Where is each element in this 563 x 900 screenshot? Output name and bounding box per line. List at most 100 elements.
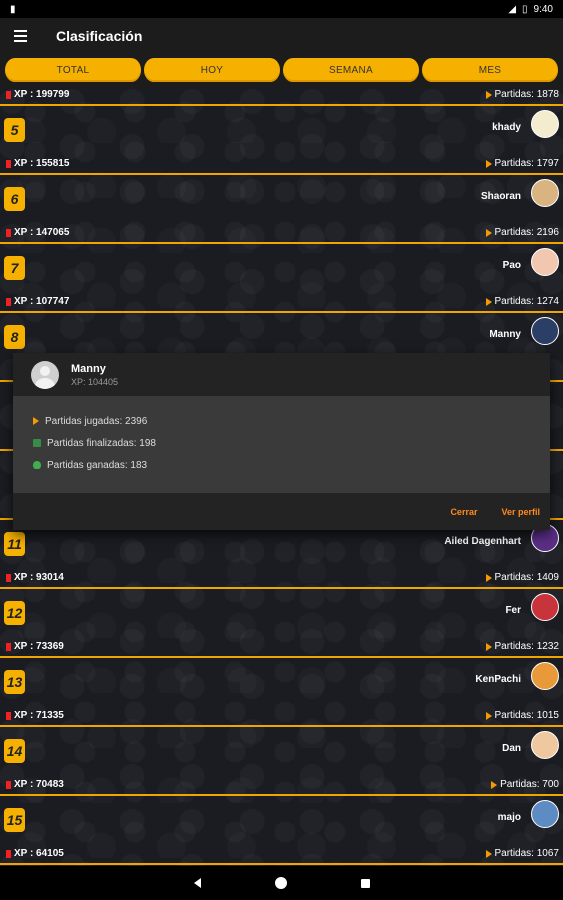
leaderboard-row[interactable]: 5 khady XP : 155815 Partidas: 1797: [0, 106, 563, 175]
stat-games-finished: Partidas finalizadas: 198: [33, 432, 550, 454]
back-icon[interactable]: [193, 878, 201, 888]
hamburger-menu-icon[interactable]: [0, 18, 40, 54]
tab-hoy[interactable]: HOY: [144, 58, 280, 82]
page-title: Clasificación: [56, 28, 143, 44]
player-name: Fer: [505, 605, 521, 616]
battery-icon: ▯: [522, 3, 528, 15]
play-icon: [485, 642, 492, 651]
xp-label: XP : 71335: [6, 710, 64, 721]
leaderboard-row[interactable]: 15 majo XP : 64105 Partidas: 1067: [0, 796, 563, 865]
avatar[interactable]: [531, 179, 559, 207]
avatar[interactable]: [531, 800, 559, 828]
status-bar: ▮ ◢ ▯ 9:40: [0, 0, 563, 18]
xp-label: XP : 147065: [6, 227, 69, 238]
avatar[interactable]: [531, 248, 559, 276]
trophy-icon: [33, 461, 41, 469]
avatar[interactable]: [531, 317, 559, 345]
tab-mes[interactable]: MES: [422, 58, 558, 82]
clock-time: 9:40: [533, 3, 553, 15]
leaderboard-row[interactable]: 14 Dan XP : 70483 Partidas: 700: [0, 727, 563, 796]
player-name: KenPachi: [475, 674, 521, 685]
tab-total[interactable]: TOTAL: [5, 58, 141, 82]
play-icon: [485, 297, 492, 306]
play-icon: [485, 711, 492, 720]
dialog-titles: Manny XP: 104405: [71, 363, 118, 387]
player-detail-dialog: Manny XP: 104405 Partidas jugadas: 2396 …: [13, 353, 550, 530]
home-icon[interactable]: [274, 877, 287, 889]
default-avatar-icon: [31, 360, 59, 389]
xp-marker-icon: [6, 711, 11, 720]
rank-badge: 5: [4, 118, 25, 142]
xp-marker-icon: [6, 297, 11, 306]
games-label: Partidas: 1067: [485, 848, 559, 859]
games-label: Partidas: 1797: [485, 158, 559, 169]
xp-marker-icon: [6, 780, 11, 789]
leaderboard-row[interactable]: 7 Pao XP : 107747 Partidas: 1274: [0, 244, 563, 313]
dialog-player-xp: XP: 104405: [71, 376, 119, 387]
xp-label: XP : 155815: [6, 158, 69, 169]
leaderboard-row[interactable]: 12 Fer XP : 73369 Partidas: 1232: [0, 589, 563, 658]
play-icon: [485, 849, 492, 858]
rank-badge: 12: [4, 601, 25, 625]
dialog-actions: Cerrar Ver perfil: [13, 493, 550, 530]
leaderboard-row[interactable]: 11 Ailed Dagenhart XP : 93014 Partidas: …: [0, 520, 563, 589]
player-name: Shaoran: [480, 191, 521, 202]
player-name: Dan: [502, 743, 521, 754]
flag-icon: [33, 439, 41, 447]
player-name: khady: [492, 122, 521, 133]
avatar[interactable]: [531, 662, 559, 690]
avatar[interactable]: [531, 593, 559, 621]
games-label: Partidas: 1409: [485, 572, 559, 583]
avatar[interactable]: [531, 110, 559, 138]
games-label: Partidas: 2196: [485, 227, 559, 238]
play-icon: [485, 90, 492, 99]
xp-label: XP : 73369: [6, 641, 64, 652]
leaderboard-row[interactable]: XP : 199799 Partidas: 1878: [0, 88, 563, 106]
player-name: Pao: [502, 260, 521, 271]
leaderboard-row[interactable]: 13 KenPachi XP : 71335 Partidas: 1015: [0, 658, 563, 727]
system-nav-bar: [0, 866, 563, 900]
dialog-header: Manny XP: 104405: [13, 353, 550, 396]
xp-marker-icon: [6, 90, 11, 99]
games-label: Partidas: 1015: [485, 710, 559, 721]
period-tabs: TOTAL HOY SEMANA MES: [0, 54, 563, 88]
xp-label: XP : 199799: [6, 89, 69, 100]
rank-badge: 14: [4, 739, 25, 763]
status-icons: ◢ ▯ 9:40: [508, 4, 553, 15]
xp-label: XP : 107747: [6, 296, 69, 307]
xp-label: XP : 93014: [6, 572, 64, 583]
rank-badge: 15: [4, 808, 25, 832]
games-label: Partidas: 1878: [485, 89, 559, 100]
games-label: Partidas: 1274: [485, 296, 559, 307]
view-profile-button[interactable]: Ver perfil: [501, 507, 540, 517]
player-name: majo: [497, 812, 521, 823]
tab-semana[interactable]: SEMANA: [283, 58, 419, 82]
stat-games-won: Partidas ganadas: 183: [33, 454, 550, 476]
player-name: Manny: [489, 329, 521, 340]
xp-label: XP : 64105: [6, 848, 64, 859]
play-icon: [485, 573, 492, 582]
rank-badge: 13: [4, 670, 25, 694]
avatar[interactable]: [531, 731, 559, 759]
play-icon: [33, 417, 39, 425]
leaderboard-row[interactable]: 6 Shaoran XP : 147065 Partidas: 2196: [0, 175, 563, 244]
rank-badge: 8: [4, 325, 25, 349]
xp-marker-icon: [6, 228, 11, 237]
xp-label: XP : 70483: [6, 779, 64, 790]
recent-apps-icon[interactable]: [360, 878, 370, 888]
close-button[interactable]: Cerrar: [450, 507, 477, 517]
dialog-player-name: Manny: [71, 362, 106, 375]
stat-games-played: Partidas jugadas: 2396: [33, 410, 550, 432]
play-icon: [485, 159, 492, 168]
xp-marker-icon: [6, 159, 11, 168]
rank-badge: 7: [4, 256, 25, 280]
xp-marker-icon: [6, 573, 11, 582]
signal-icon: ◢: [508, 3, 517, 15]
games-label: Partidas: 1232: [485, 641, 559, 652]
app-bar: Clasificación: [0, 18, 563, 54]
xp-marker-icon: [6, 642, 11, 651]
sd-card-icon: ▮: [10, 3, 16, 15]
games-label: Partidas: 700: [491, 779, 559, 790]
xp-marker-icon: [6, 849, 11, 858]
rank-badge: 6: [4, 187, 25, 211]
